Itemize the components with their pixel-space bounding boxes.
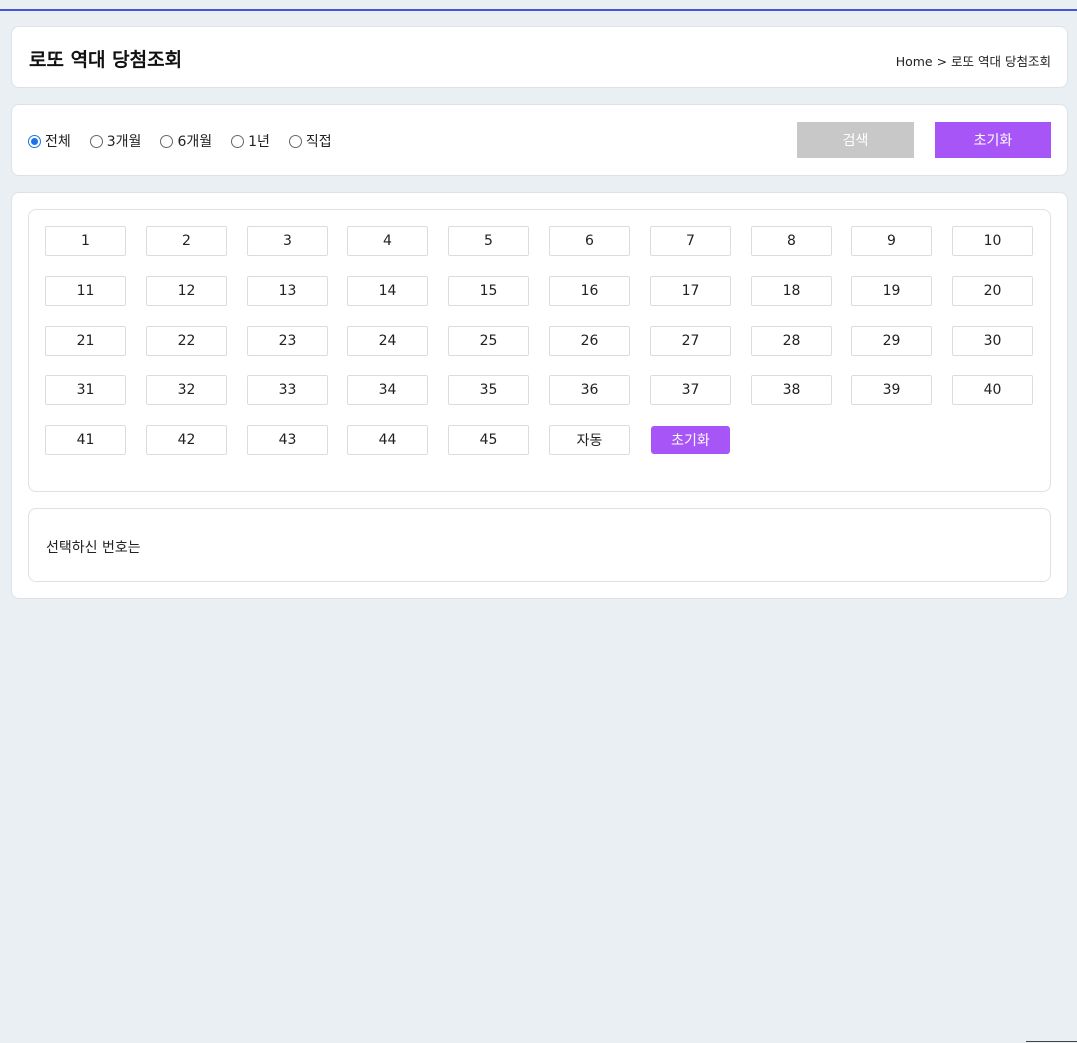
number-button-28[interactable]: 28 (751, 326, 832, 356)
number-button-9[interactable]: 9 (851, 226, 932, 256)
number-button-7[interactable]: 7 (650, 226, 731, 256)
number-button-41[interactable]: 41 (45, 425, 126, 455)
number-button-32[interactable]: 32 (146, 375, 227, 405)
number-button-6[interactable]: 6 (549, 226, 630, 256)
number-button-39[interactable]: 39 (851, 375, 932, 405)
number-button-13[interactable]: 13 (247, 276, 328, 306)
period-option-1year[interactable]: 1년 (231, 131, 270, 151)
number-button-19[interactable]: 19 (851, 276, 932, 306)
number-button-3[interactable]: 3 (247, 226, 328, 256)
selected-numbers-label: 선택하신 번호는 (46, 540, 141, 556)
number-button-1[interactable]: 1 (45, 226, 126, 256)
number-button-31[interactable]: 31 (45, 375, 126, 405)
number-grid: 1 2 3 4 5 6 7 8 9 10 11 12 13 14 15 16 17 18 19 20 21 22 23 24 2… (28, 209, 1051, 492)
radio-button[interactable] (89, 134, 103, 148)
number-button-23[interactable]: 23 (247, 326, 328, 356)
auto-pick-button[interactable]: 자동 (549, 425, 630, 455)
number-button-14[interactable]: 14 (347, 276, 428, 306)
number-button-43[interactable]: 43 (247, 425, 328, 455)
period-option-custom[interactable]: 직접 (288, 131, 332, 151)
radio-button[interactable] (160, 134, 174, 148)
corner-divider (1026, 1041, 1077, 1042)
number-button-18[interactable]: 18 (751, 276, 832, 306)
number-button-38[interactable]: 38 (751, 375, 832, 405)
breadcrumb: Home > 로또 역대 당첨조회 (895, 54, 1051, 69)
radio-button[interactable] (231, 134, 245, 148)
number-button-42[interactable]: 42 (146, 425, 227, 455)
page-header: 로또 역대 당첨조회 Home > 로또 역대 당첨조회 (11, 26, 1068, 88)
number-button-26[interactable]: 26 (549, 326, 630, 356)
number-button-20[interactable]: 20 (952, 276, 1033, 306)
period-radio-group: 전체 3개월 6개월 1년 직접 (28, 131, 351, 151)
filter-bar: 전체 3개월 6개월 1년 직접 검색 초기화 (11, 104, 1068, 176)
number-button-21[interactable]: 21 (45, 326, 126, 356)
number-reset-button[interactable]: 초기화 (651, 426, 730, 454)
number-button-12[interactable]: 12 (146, 276, 227, 306)
number-button-10[interactable]: 10 (952, 226, 1033, 256)
number-button-30[interactable]: 30 (952, 326, 1033, 356)
period-option-label: 전체 (45, 134, 71, 150)
number-button-11[interactable]: 11 (45, 276, 126, 306)
number-button-2[interactable]: 2 (146, 226, 227, 256)
number-button-34[interactable]: 34 (347, 375, 428, 405)
period-option-label: 직접 (305, 134, 332, 150)
period-option-all[interactable]: 전체 (28, 131, 71, 151)
page-title: 로또 역대 당첨조회 (29, 49, 183, 71)
filter-reset-button[interactable]: 초기화 (935, 122, 1051, 158)
period-option-3months[interactable]: 3개월 (89, 131, 142, 151)
number-button-16[interactable]: 16 (549, 276, 630, 306)
radio-button[interactable] (288, 134, 302, 148)
search-button[interactable]: 검색 (797, 122, 914, 158)
number-button-45[interactable]: 45 (448, 425, 529, 455)
number-button-33[interactable]: 33 (247, 375, 328, 405)
number-button-44[interactable]: 44 (347, 425, 428, 455)
number-button-24[interactable]: 24 (347, 326, 428, 356)
number-button-4[interactable]: 4 (347, 226, 428, 256)
number-selection-card: 1 2 3 4 5 6 7 8 9 10 11 12 13 14 15 16 17 18 19 20 21 22 23 24 2… (11, 192, 1068, 599)
number-button-37[interactable]: 37 (650, 375, 731, 405)
selected-numbers-panel: 선택하신 번호는 (28, 508, 1051, 582)
period-option-label: 1년 (248, 134, 270, 150)
number-button-17[interactable]: 17 (650, 276, 731, 306)
number-button-25[interactable]: 25 (448, 326, 529, 356)
number-button-29[interactable]: 29 (851, 326, 932, 356)
top-accent-line (0, 0, 1077, 11)
number-button-5[interactable]: 5 (448, 226, 529, 256)
period-option-label: 6개월 (177, 134, 213, 150)
radio-button[interactable] (28, 134, 41, 148)
number-button-15[interactable]: 15 (448, 276, 529, 306)
period-option-label: 3개월 (106, 134, 142, 150)
number-button-22[interactable]: 22 (146, 326, 227, 356)
number-button-40[interactable]: 40 (952, 375, 1033, 405)
number-button-35[interactable]: 35 (448, 375, 529, 405)
number-button-36[interactable]: 36 (549, 375, 630, 405)
number-button-27[interactable]: 27 (650, 326, 731, 356)
period-option-6months[interactable]: 6개월 (160, 131, 212, 151)
number-button-8[interactable]: 8 (751, 226, 832, 256)
